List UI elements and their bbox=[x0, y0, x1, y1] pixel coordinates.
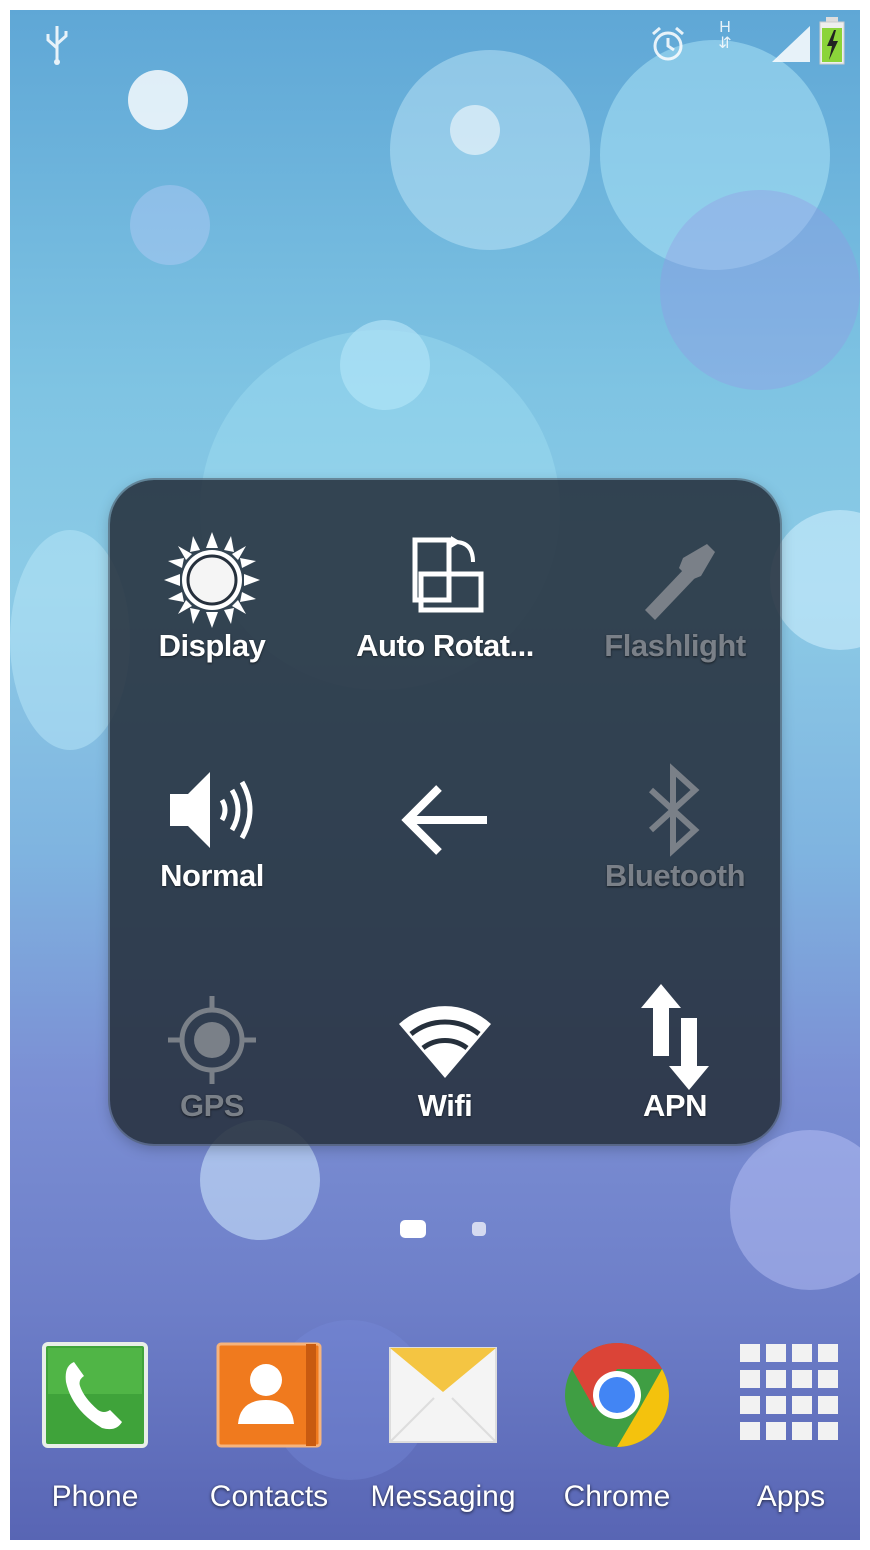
contacts-icon bbox=[216, 1342, 322, 1448]
dock-label: Chrome bbox=[563, 1480, 671, 1513]
usb-icon bbox=[46, 26, 68, 65]
page-dot[interactable] bbox=[472, 1222, 486, 1236]
home-screen: H ⇵ Display Auto Rotat... Flashlight Nor… bbox=[10, 10, 860, 1540]
tile-flashlight[interactable]: Flashlight bbox=[565, 500, 785, 700]
chrome-icon bbox=[565, 1343, 669, 1447]
tile-label: GPS bbox=[180, 1088, 244, 1123]
dock-label: Contacts bbox=[209, 1480, 329, 1513]
page-dot-current[interactable] bbox=[400, 1220, 426, 1238]
speaker-icon bbox=[170, 772, 253, 848]
apps-grid-icon bbox=[740, 1344, 838, 1440]
tile-label: APN bbox=[643, 1088, 707, 1123]
tile-wifi[interactable]: Wifi bbox=[335, 960, 555, 1160]
tile-display[interactable]: Display bbox=[102, 500, 322, 700]
dock-chrome[interactable]: Chrome bbox=[542, 1330, 692, 1540]
flashlight-icon bbox=[645, 544, 715, 620]
tile-label: Bluetooth bbox=[604, 858, 746, 893]
tile-gps[interactable]: GPS bbox=[102, 960, 322, 1160]
messaging-icon bbox=[389, 1347, 497, 1443]
tile-label: Display bbox=[158, 628, 266, 663]
tile-auto-rotate[interactable]: Auto Rotat... bbox=[335, 500, 555, 700]
wifi-icon bbox=[399, 1006, 491, 1078]
tile-back[interactable] bbox=[335, 730, 555, 930]
tile-sound-mode[interactable]: Normal bbox=[102, 730, 322, 930]
back-arrow-icon bbox=[401, 785, 487, 855]
dock-label: Phone bbox=[51, 1480, 139, 1513]
quick-settings-panel: Display Auto Rotat... Flashlight Normal … bbox=[110, 480, 780, 1144]
status-bar: H ⇵ bbox=[10, 10, 860, 70]
tile-label: Wifi bbox=[417, 1088, 473, 1123]
signal-icon bbox=[772, 26, 810, 62]
tile-label: Auto Rotat... bbox=[356, 628, 534, 663]
dock-messaging[interactable]: Messaging bbox=[368, 1330, 518, 1540]
tile-bluetooth[interactable]: Bluetooth bbox=[565, 730, 785, 930]
dock-contacts[interactable]: Contacts bbox=[194, 1330, 344, 1540]
hspa-data-icon: H ⇵ bbox=[718, 19, 732, 52]
sun-icon bbox=[164, 532, 260, 628]
gps-icon bbox=[168, 996, 256, 1084]
dock-apps[interactable]: Apps bbox=[716, 1330, 860, 1540]
dock-phone[interactable]: Phone bbox=[20, 1330, 170, 1540]
tile-apn[interactable]: APN bbox=[565, 960, 785, 1160]
dock-label: Apps bbox=[756, 1480, 826, 1513]
tile-label: Normal bbox=[160, 858, 264, 893]
dock-label: Messaging bbox=[370, 1480, 516, 1513]
battery-charging-icon bbox=[819, 17, 845, 65]
data-arrows-icon bbox=[641, 984, 709, 1090]
alarm-icon bbox=[652, 26, 684, 61]
auto-rotate-icon bbox=[412, 536, 484, 613]
network-type-label: H bbox=[719, 19, 731, 36]
phone-icon bbox=[42, 1342, 148, 1448]
bluetooth-icon bbox=[648, 763, 700, 857]
tile-label: Flashlight bbox=[604, 628, 746, 663]
